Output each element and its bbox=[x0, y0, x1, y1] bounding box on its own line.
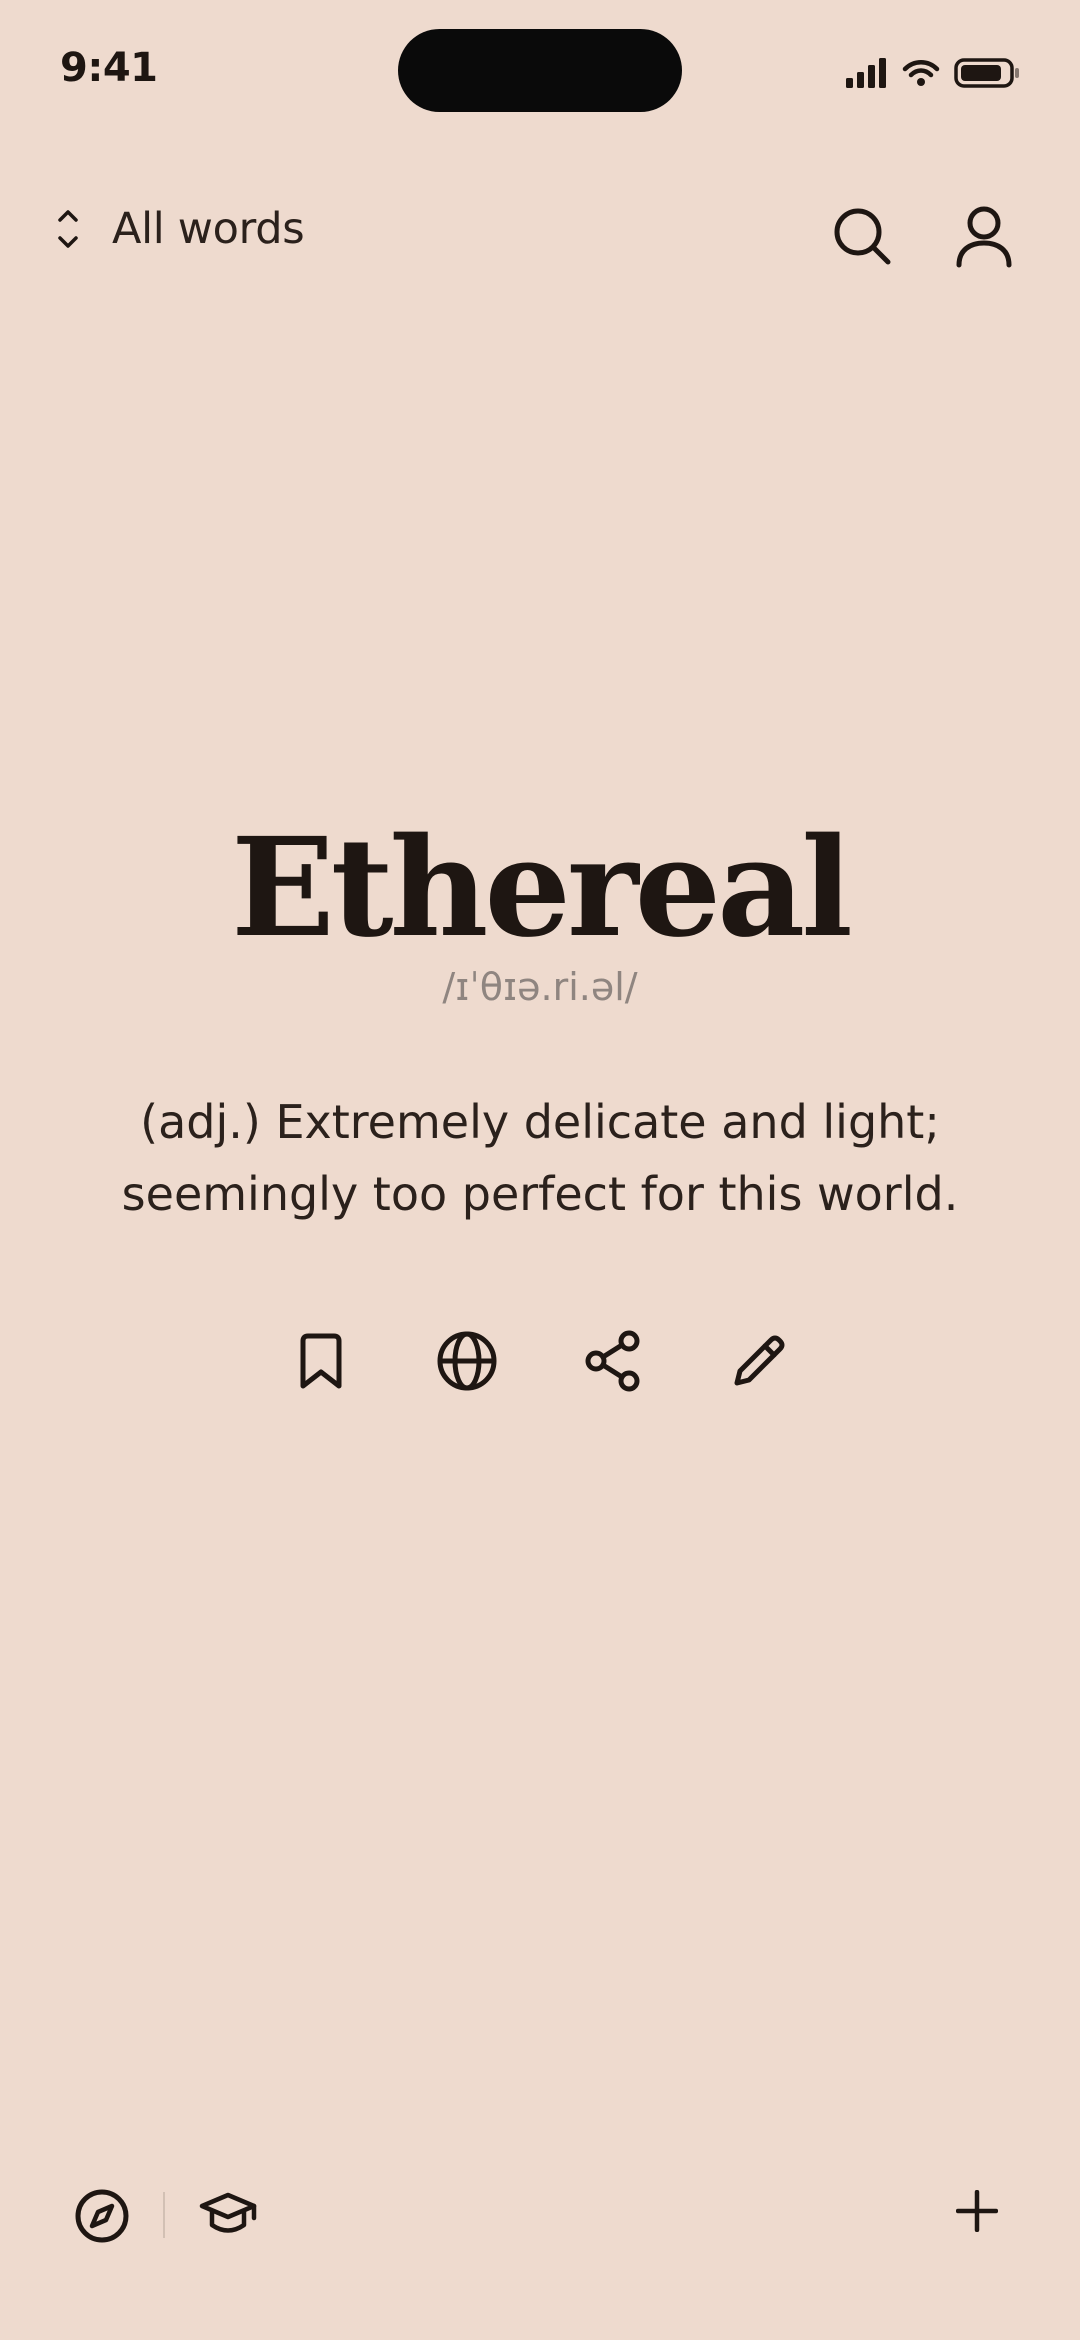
profile-icon bbox=[956, 206, 1012, 268]
pencil-icon bbox=[734, 1335, 785, 1386]
word-pronunciation: /ɪˈθɪə.ri.əl/ bbox=[442, 965, 638, 1009]
dynamic-island bbox=[398, 29, 682, 112]
bookmark-icon bbox=[300, 1333, 342, 1389]
search-button[interactable] bbox=[832, 206, 894, 268]
plus-icon bbox=[955, 2189, 999, 2233]
bookmark-button[interactable] bbox=[290, 1330, 352, 1392]
cellular-signal-icon bbox=[846, 58, 886, 88]
word-filter-dropdown[interactable]: All words bbox=[48, 203, 305, 254]
explore-button[interactable] bbox=[74, 2188, 130, 2248]
globe-icon bbox=[437, 1331, 497, 1391]
bottom-bar-divider bbox=[163, 2192, 165, 2238]
compass-icon bbox=[75, 2189, 129, 2243]
add-word-button[interactable] bbox=[955, 2189, 999, 2236]
profile-button[interactable] bbox=[956, 206, 1012, 268]
word-title: Ethereal bbox=[231, 808, 853, 968]
wifi-icon bbox=[902, 60, 940, 86]
word-definition: (adj.) Extremely delicate and light; see… bbox=[121, 1095, 959, 1221]
graduation-cap-icon bbox=[199, 2192, 257, 2233]
translate-button[interactable] bbox=[436, 1330, 498, 1392]
edit-button[interactable] bbox=[728, 1330, 790, 1392]
status-icons bbox=[846, 58, 1020, 88]
chevron-up-down-icon bbox=[58, 210, 78, 248]
share-icon bbox=[585, 1330, 640, 1392]
learn-button[interactable] bbox=[198, 2190, 258, 2244]
filter-label: All words bbox=[112, 203, 305, 254]
status-time: 9:41 bbox=[60, 45, 158, 91]
share-button[interactable] bbox=[582, 1330, 644, 1392]
battery-icon bbox=[954, 58, 1019, 88]
search-icon bbox=[834, 208, 891, 265]
word-actions bbox=[0, 1330, 1080, 1392]
